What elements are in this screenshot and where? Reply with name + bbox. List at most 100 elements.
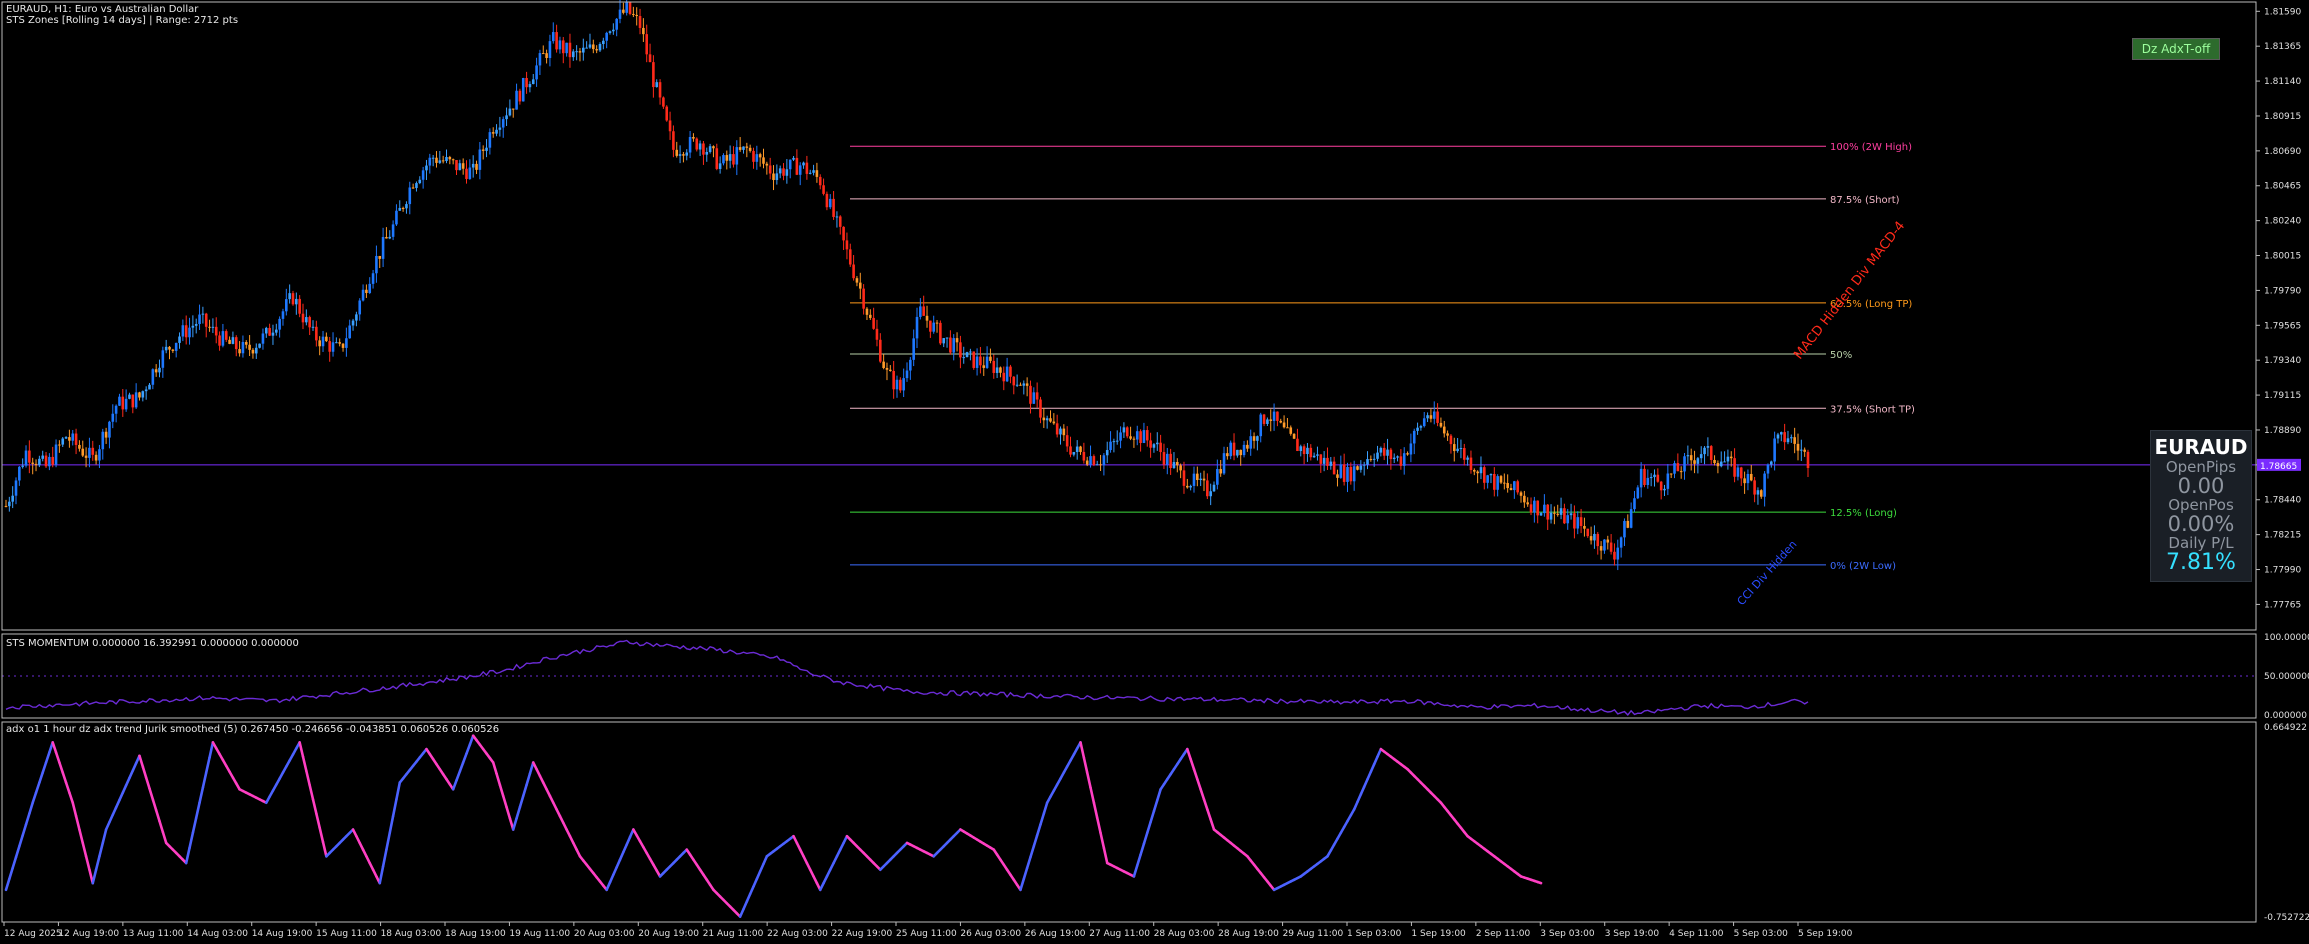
zone-label: 87.5% (Short) <box>1830 195 1900 206</box>
candle-body <box>1179 465 1182 471</box>
candle-body <box>268 327 271 336</box>
candle-body <box>1593 533 1596 541</box>
candle-body <box>1222 453 1226 474</box>
candle-body <box>418 179 422 184</box>
candle-body <box>582 47 585 53</box>
chart-canvas: 100% (2W High)87.5% (Short)62.5% (Long T… <box>1 0 2309 939</box>
candle-body <box>264 327 268 334</box>
adx-segment <box>318 826 325 844</box>
candle-body <box>398 207 402 211</box>
price-tick-label: 1.79565 <box>2264 321 2301 331</box>
price-tick-label: 1.81140 <box>2264 77 2301 87</box>
candle-body <box>1342 464 1346 482</box>
candle-body <box>355 314 358 321</box>
zones-subtitle: STS Zones [Rolling 14 days] | Range: 271… <box>6 15 239 26</box>
candle-body <box>548 41 552 58</box>
candle-body <box>481 149 485 151</box>
candle-body <box>605 32 608 41</box>
adx-segment <box>8 866 14 881</box>
candle-body <box>1402 453 1406 466</box>
adx-segment <box>51 741 58 754</box>
adx-segment <box>158 819 165 834</box>
candle-body <box>1472 469 1476 472</box>
candle-body <box>1536 500 1539 516</box>
candle-body <box>1773 438 1776 462</box>
candle-body <box>58 444 61 446</box>
adx-segment <box>311 798 318 815</box>
candle-body <box>198 314 201 325</box>
candle-body <box>1723 461 1726 463</box>
candle-body <box>1746 473 1750 484</box>
candle-body <box>1506 483 1509 489</box>
adx-segment <box>1022 866 1029 881</box>
candle-body <box>1706 446 1710 448</box>
candle-body <box>1556 513 1560 515</box>
candle-body <box>692 136 695 139</box>
candle-body <box>1596 533 1600 547</box>
candle-body <box>551 32 555 42</box>
candle-body <box>1176 462 1179 466</box>
candle-body <box>939 322 942 344</box>
candle-body <box>989 356 992 361</box>
candle-body <box>291 293 295 305</box>
candle-body <box>238 349 241 354</box>
candle-body <box>642 27 645 35</box>
candle-body <box>335 342 338 344</box>
candle-body <box>11 495 14 502</box>
candle-body <box>325 336 328 342</box>
candle-body <box>1125 427 1129 437</box>
candle-body <box>1663 488 1666 491</box>
candle-body <box>448 157 452 160</box>
candle-body <box>1129 436 1132 439</box>
candle-body <box>571 51 575 58</box>
candle-body <box>1709 446 1713 460</box>
candle-body <box>1406 453 1409 455</box>
candle-body <box>648 54 652 63</box>
daily-pl-label: Daily P/L <box>2168 534 2234 552</box>
candle-body <box>1306 447 1309 455</box>
candle-body <box>1052 421 1056 424</box>
candle-body <box>929 320 932 332</box>
candle-body <box>1736 467 1740 477</box>
candle-body <box>745 146 749 148</box>
candle-body <box>1172 462 1176 469</box>
candle-body <box>1065 435 1069 447</box>
candle-body <box>1716 463 1720 467</box>
price-tick-label: 1.80240 <box>2264 217 2301 227</box>
candle-body <box>1259 414 1263 437</box>
candle-body <box>765 163 769 166</box>
candle-body <box>919 306 922 317</box>
candle-body <box>1212 484 1216 492</box>
candle-body <box>1249 436 1253 449</box>
candle-body <box>1269 419 1273 421</box>
candle-body <box>18 466 21 481</box>
candle-body <box>184 325 188 338</box>
candle-body <box>592 44 595 50</box>
candle-body <box>1286 427 1289 429</box>
candle-body <box>1629 509 1633 528</box>
candle-body <box>618 9 622 19</box>
axes: 1.81590 1.81365 1.81140 1.80915 1.80690 1.804… <box>1 1 2309 939</box>
candle-body <box>151 369 155 385</box>
adx-toggle-button[interactable]: Dz AdxT-off <box>2132 38 2220 60</box>
candle-body <box>1496 476 1499 490</box>
candle-body <box>78 444 81 449</box>
candle-body <box>722 155 725 164</box>
candle-body <box>251 349 255 354</box>
candle-body <box>371 273 375 284</box>
adx-segment <box>58 761 65 774</box>
candle-body <box>738 147 742 150</box>
candle-body <box>1085 460 1089 465</box>
candle-body <box>1803 449 1806 452</box>
adx-segment <box>1095 816 1102 835</box>
candle-body <box>975 356 979 368</box>
candle-body <box>895 379 899 390</box>
zone-label: 100% (2W High) <box>1830 142 1912 153</box>
candle-body <box>1763 473 1766 497</box>
candle-body <box>1459 448 1463 450</box>
candle-body <box>922 306 925 316</box>
candle-body <box>164 346 168 351</box>
candle-body <box>61 438 65 445</box>
candle-body <box>1289 427 1293 434</box>
candle-body <box>1786 438 1790 443</box>
